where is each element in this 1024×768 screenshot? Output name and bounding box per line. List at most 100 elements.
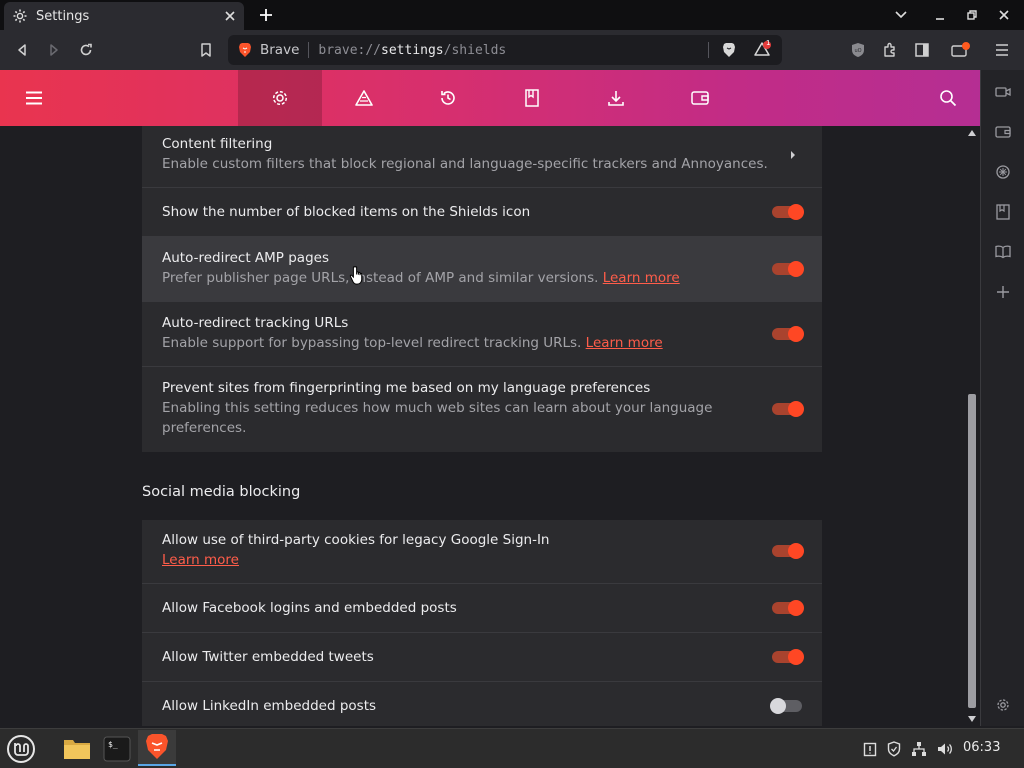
linkedin-toggle[interactable]	[770, 698, 802, 714]
language-fingerprinting-toggle[interactable]	[772, 401, 804, 417]
show-blocked-count-toggle[interactable]	[772, 204, 804, 220]
language-fingerprinting-description-line1: Enabling this setting reduces how much w…	[162, 400, 713, 416]
toggle-knob	[788, 600, 804, 616]
tab-search-chevron-icon[interactable]	[891, 5, 911, 25]
ublock-extension-icon[interactable]: uO	[848, 40, 868, 60]
reading-list-icon[interactable]	[994, 243, 1012, 261]
browser-toolbar: Brave brave:// settings /shields 1 uO	[0, 30, 1024, 70]
url-divider	[308, 42, 310, 58]
taskbar-clock[interactable]: 06:33	[963, 740, 1000, 755]
page-scrollbar[interactable]	[964, 126, 980, 726]
social-media-card: Allow use of third-party cookies for leg…	[142, 520, 822, 726]
search-icon[interactable]	[906, 70, 990, 126]
close-window-icon[interactable]	[994, 5, 1014, 25]
extensions-puzzle-icon[interactable]	[880, 40, 900, 60]
scrollbar-thumb[interactable]	[968, 394, 976, 708]
facebook-row: Allow Facebook logins and embedded posts	[142, 584, 822, 633]
sidebar-settings-icon[interactable]	[994, 696, 1012, 714]
brave-taskbar-icon[interactable]	[138, 730, 176, 766]
google-signin-label: Allow use of third-party cookies for leg…	[162, 532, 550, 548]
clipboard-tray-icon[interactable]	[860, 733, 880, 765]
settings-menu-icon[interactable]	[0, 70, 68, 126]
leo-ai-icon[interactable]	[994, 163, 1012, 181]
show-blocked-count-row: Show the number of blocked items on the …	[142, 188, 822, 237]
history-icon[interactable]	[406, 70, 490, 126]
toggle-knob	[788, 401, 804, 417]
amp-redirect-label: Auto-redirect AMP pages	[162, 250, 329, 266]
main-menu-icon[interactable]	[992, 40, 1012, 60]
tracking-url-redirect-toggle[interactable]	[772, 326, 804, 342]
wallet-header-icon[interactable]	[658, 70, 742, 126]
terminal-icon[interactable]: $_	[100, 733, 134, 765]
sidebar-wallet-icon[interactable]	[994, 123, 1012, 141]
toggle-knob	[770, 698, 786, 714]
settings-gear-icon[interactable]	[238, 70, 322, 126]
toggle-knob	[788, 204, 804, 220]
google-signin-row: Allow use of third-party cookies for leg…	[142, 520, 822, 584]
files-folder-icon[interactable]	[60, 733, 94, 765]
amp-learn-more-link[interactable]: Learn more	[603, 270, 680, 286]
linkedin-label: Allow LinkedIn embedded posts	[162, 698, 377, 714]
brave-lion-icon	[238, 42, 252, 58]
close-tab-icon[interactable]	[224, 10, 236, 22]
forward-icon[interactable]	[44, 40, 64, 60]
gear-icon	[12, 8, 28, 24]
google-signin-toggle[interactable]	[772, 543, 804, 559]
downloads-icon[interactable]	[574, 70, 658, 126]
url-path: /shields	[443, 42, 507, 58]
rewards-triangle-icon[interactable]	[322, 70, 406, 126]
amp-redirect-row: Auto-redirect AMP pages Prefer publisher…	[142, 237, 822, 302]
wallet-icon[interactable]	[951, 40, 971, 60]
volume-tray-icon[interactable]	[935, 733, 955, 765]
tab-strip: Settings	[0, 0, 1024, 30]
content-filtering-row[interactable]: Content filtering Enable custom filters …	[142, 126, 822, 188]
tracking-url-redirect-description: Enable support for bypassing top-level r…	[162, 333, 822, 353]
amp-redirect-toggle[interactable]	[772, 261, 804, 277]
scroll-up-arrow-icon[interactable]	[968, 130, 976, 136]
bookmark-icon[interactable]	[196, 40, 216, 60]
show-blocked-count-label: Show the number of blocked items on the …	[162, 204, 531, 220]
content-filtering-description: Enable custom filters that block regiona…	[162, 156, 768, 172]
reload-icon[interactable]	[76, 40, 96, 60]
tracking-learn-more-link[interactable]: Learn more	[586, 335, 663, 351]
facebook-label: Allow Facebook logins and embedded posts	[162, 600, 457, 616]
hand-cursor-icon	[349, 265, 367, 287]
language-fingerprinting-label: Prevent sites from fingerprinting me bas…	[162, 380, 651, 396]
language-fingerprinting-row: Prevent sites from fingerprinting me bas…	[142, 367, 822, 452]
scroll-down-arrow-icon[interactable]	[968, 716, 976, 722]
new-tab-button[interactable]	[256, 5, 276, 25]
sidebar-toggle-icon[interactable]	[912, 40, 932, 60]
language-fingerprinting-description-line2: preferences.	[162, 420, 247, 436]
mint-menu-icon[interactable]	[4, 733, 38, 765]
toggle-knob	[788, 326, 804, 342]
toggle-knob	[788, 543, 804, 559]
add-sidebar-item-icon[interactable]	[994, 283, 1012, 301]
tracking-url-redirect-row: Auto-redirect tracking URLs Enable suppo…	[142, 302, 822, 367]
back-icon[interactable]	[12, 40, 32, 60]
google-signin-learn-more-link[interactable]: Learn more	[162, 552, 239, 568]
address-bar[interactable]: Brave brave:// settings /shields 1	[228, 35, 782, 65]
chevron-right-icon	[790, 150, 796, 160]
svg-text:$_: $_	[108, 740, 118, 749]
sidebar-bookmarks-icon[interactable]	[994, 203, 1012, 221]
brave-shields-icon[interactable]	[722, 42, 736, 58]
content-filtering-label: Content filtering	[162, 136, 273, 152]
video-call-icon[interactable]	[994, 83, 1012, 101]
shield-tray-icon[interactable]	[884, 733, 904, 765]
network-tray-icon[interactable]	[909, 733, 929, 765]
twitter-row: Allow Twitter embedded tweets	[142, 633, 822, 682]
restore-icon[interactable]	[962, 5, 982, 25]
tab-title: Settings	[36, 8, 90, 24]
tracking-url-redirect-label: Auto-redirect tracking URLs	[162, 315, 349, 331]
tab-settings[interactable]: Settings	[4, 2, 244, 30]
settings-header	[0, 70, 980, 126]
svg-text:uO: uO	[854, 48, 861, 54]
toggle-knob	[788, 649, 804, 665]
twitter-toggle[interactable]	[772, 649, 804, 665]
minimize-icon[interactable]	[930, 5, 950, 25]
url-host: settings	[381, 42, 444, 58]
social-media-blocking-heading: Social media blocking	[142, 484, 301, 500]
url-scheme: brave://	[318, 42, 382, 58]
bookmarks-icon[interactable]	[490, 70, 574, 126]
facebook-toggle[interactable]	[772, 600, 804, 616]
